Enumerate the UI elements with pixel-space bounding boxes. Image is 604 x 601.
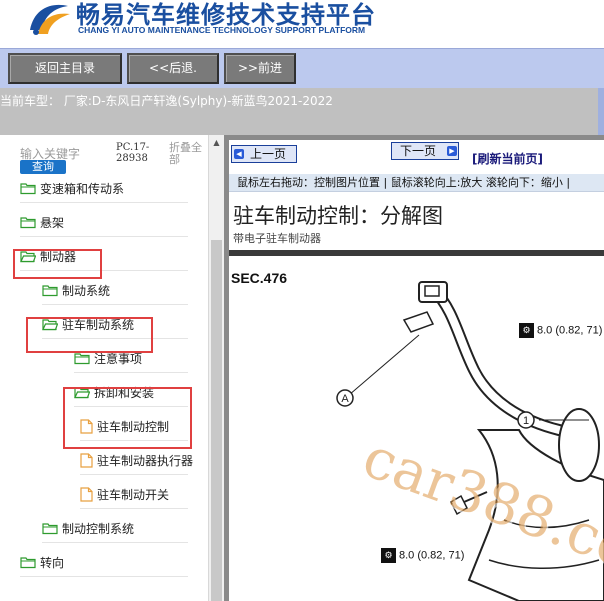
edge-strip	[598, 88, 604, 135]
tree-separator	[74, 372, 188, 373]
folder-icon	[20, 216, 36, 229]
tree-item[interactable]: 转向	[20, 551, 64, 573]
forward-button[interactable]: >>前进	[224, 53, 296, 84]
torque-wrench-icon: ⚙	[381, 548, 396, 563]
left-arrow-icon: ◀	[234, 149, 244, 159]
prev-page-label: 上一页	[250, 147, 287, 161]
tree-item-label: 制动系统	[62, 283, 111, 298]
scrollbar[interactable]: ▲	[208, 135, 224, 601]
right-arrow-icon: ▶	[447, 146, 457, 156]
torque-spec-bottom: ⚙ 8.0 (0.82, 71)	[381, 548, 464, 563]
scroll-up-icon[interactable]: ▲	[209, 135, 224, 151]
folder-icon	[42, 284, 58, 297]
tree-separator	[42, 304, 188, 305]
callout-1: 1	[523, 415, 529, 427]
home-button[interactable]: 返回主目录	[8, 53, 122, 84]
highlight-box	[13, 249, 102, 279]
left-panel: 输入关键字 查询 PC.17-28938 折叠全部 变速箱和传动系 悬架 制动器 制动…	[0, 135, 224, 601]
tree-item[interactable]: 驻车制动器执行器	[80, 449, 193, 471]
prev-page-button[interactable]: ◀ 上一页	[231, 145, 297, 163]
tree-separator	[42, 542, 188, 543]
title-rule	[229, 250, 604, 256]
tree-item-label: 驻车制动开关	[97, 487, 170, 502]
tree-separator	[20, 202, 188, 203]
next-page-button[interactable]: 下一页 ▶	[391, 142, 459, 160]
torque-bottom-label: 8.0 (0.82, 71)	[399, 549, 465, 562]
torque-wrench-icon: ⚙	[519, 323, 534, 338]
tree-item-label: 变速箱和传动系	[40, 181, 125, 196]
page-title: 驻车制动控制：分解图	[233, 204, 443, 228]
torque-top-label: 8.0 (0.82, 71)	[537, 324, 603, 337]
document-icon	[80, 486, 93, 502]
document-view: ◀ 上一页 下一页 ▶ [刷新当前页] 鼠标左右拖动：控制图片位置 | 鼠标滚轮…	[229, 140, 604, 601]
callout-a: A	[341, 393, 349, 405]
pc-code: PC.17-28938	[116, 142, 150, 164]
tree-separator	[80, 474, 188, 475]
tree-separator	[20, 236, 188, 237]
app-subtitle: CHANG YI AUTO MAINTENANCE TECHNOLOGY SUP…	[78, 25, 366, 35]
pager-bar: ◀ 上一页 下一页 ▶ [刷新当前页]	[229, 140, 604, 174]
hint-text: 鼠标左右拖动：控制图片位置 | 鼠标滚轮向上:放大 滚轮向下：缩小 |	[237, 176, 571, 189]
app-window: 畅易汽车维修技术支持平台 CHANG YI AUTO MAINTENANCE T…	[0, 0, 604, 601]
header: 畅易汽车维修技术支持平台 CHANG YI AUTO MAINTENANCE T…	[0, 0, 604, 48]
scroll-thumb[interactable]	[211, 240, 222, 601]
tree-separator	[20, 576, 188, 577]
collapse-all-link[interactable]: 折叠全部	[169, 142, 209, 166]
folder-icon	[42, 522, 58, 535]
document-icon	[80, 452, 93, 468]
logo-icon	[30, 4, 70, 35]
tree-item[interactable]: 制动系统	[42, 279, 110, 301]
page-subtitle: 带电子驻车制动器	[233, 232, 321, 245]
tree-item[interactable]: 悬架	[20, 211, 64, 233]
tree-item[interactable]: 制动控制系统	[42, 517, 134, 539]
folder-icon	[20, 556, 36, 569]
tree-item-label: 制动控制系统	[62, 521, 135, 536]
hint-bar: 鼠标左右拖动：控制图片位置 | 鼠标滚轮向上:放大 滚轮向下：缩小 |	[229, 174, 604, 192]
refresh-link[interactable]: [刷新当前页]	[472, 150, 543, 167]
tree-item-label: 转向	[40, 555, 65, 570]
next-page-label: 下一页	[400, 144, 437, 158]
divider-strip	[0, 115, 604, 135]
folder-icon	[74, 352, 90, 365]
tree-separator	[80, 508, 188, 509]
tree-item-label: 驻车制动器执行器	[97, 453, 194, 468]
back-button[interactable]: <<后退.	[127, 53, 219, 84]
folder-icon	[20, 182, 36, 195]
highlight-box	[63, 387, 192, 449]
nav-bar: 返回主目录 <<后退. >>前进	[0, 48, 604, 88]
tree-item[interactable]: 驻车制动开关	[80, 483, 169, 505]
current-vehicle: 当前车型： 厂家:D-东风日产轩逸(Sylphy)-新蓝鸟2021-2022	[0, 88, 604, 115]
torque-spec-top: ⚙ 8.0 (0.82, 71)	[519, 323, 602, 338]
highlight-box	[26, 317, 153, 353]
search-button[interactable]: 查询	[20, 160, 66, 174]
tree-item-label: 悬架	[40, 215, 65, 230]
tree-item[interactable]: 变速箱和传动系	[20, 177, 124, 199]
